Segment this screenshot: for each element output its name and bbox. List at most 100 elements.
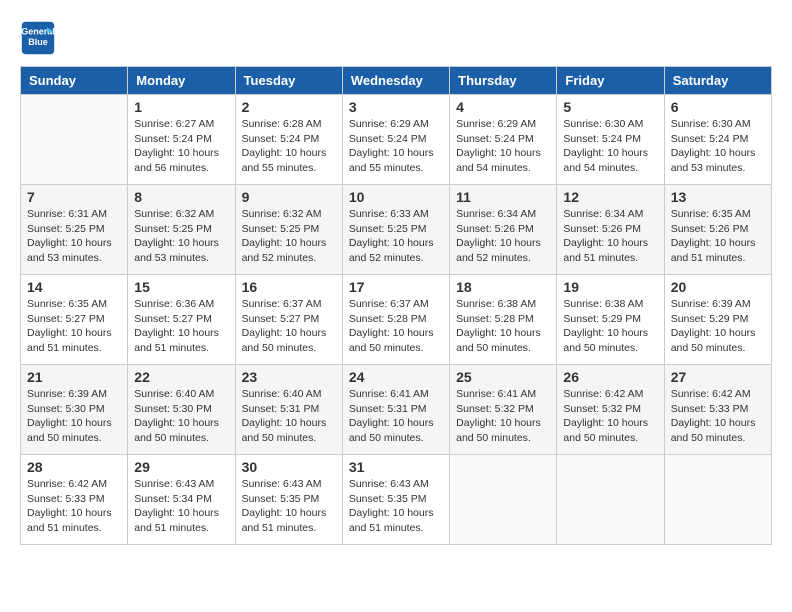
calendar-cell: 11 Sunrise: 6:34 AM Sunset: 5:26 PM Dayli…	[450, 185, 557, 275]
day-info: Sunrise: 6:39 AM Sunset: 5:30 PM Dayligh…	[27, 387, 121, 446]
day-number: 9	[242, 189, 336, 205]
day-info: Sunrise: 6:41 AM Sunset: 5:32 PM Dayligh…	[456, 387, 550, 446]
calendar-cell: 6 Sunrise: 6:30 AM Sunset: 5:24 PM Daylig…	[664, 95, 771, 185]
calendar-cell: 4 Sunrise: 6:29 AM Sunset: 5:24 PM Daylig…	[450, 95, 557, 185]
day-number: 13	[671, 189, 765, 205]
day-number: 27	[671, 369, 765, 385]
day-number: 25	[456, 369, 550, 385]
calendar-week-row: 21 Sunrise: 6:39 AM Sunset: 5:30 PM Dayli…	[21, 365, 772, 455]
calendar-cell: 16 Sunrise: 6:37 AM Sunset: 5:27 PM Dayli…	[235, 275, 342, 365]
day-number: 2	[242, 99, 336, 115]
day-info: Sunrise: 6:31 AM Sunset: 5:25 PM Dayligh…	[27, 207, 121, 266]
day-number: 19	[563, 279, 657, 295]
calendar-cell: 19 Sunrise: 6:38 AM Sunset: 5:29 PM Dayli…	[557, 275, 664, 365]
day-header-saturday: Saturday	[664, 67, 771, 95]
page-header: General Blue	[20, 20, 772, 56]
day-number: 21	[27, 369, 121, 385]
day-number: 17	[349, 279, 443, 295]
calendar-cell: 15 Sunrise: 6:36 AM Sunset: 5:27 PM Dayli…	[128, 275, 235, 365]
calendar-cell: 21 Sunrise: 6:39 AM Sunset: 5:30 PM Dayli…	[21, 365, 128, 455]
calendar-week-row: 1Sunrise: 6:27 AM Sunset: 5:24 PM Daylig…	[21, 95, 772, 185]
day-info: Sunrise: 6:36 AM Sunset: 5:27 PM Dayligh…	[134, 297, 228, 356]
day-number: 30	[242, 459, 336, 475]
day-info: Sunrise: 6:32 AM Sunset: 5:25 PM Dayligh…	[242, 207, 336, 266]
day-info: Sunrise: 6:43 AM Sunset: 5:35 PM Dayligh…	[242, 477, 336, 536]
day-number: 20	[671, 279, 765, 295]
day-info: Sunrise: 6:43 AM Sunset: 5:34 PM Dayligh…	[134, 477, 228, 536]
day-number: 24	[349, 369, 443, 385]
day-number: 14	[27, 279, 121, 295]
day-number: 11	[456, 189, 550, 205]
day-number: 1	[134, 99, 228, 115]
calendar-table: SundayMondayTuesdayWednesdayThursdayFrid…	[20, 66, 772, 545]
day-number: 3	[349, 99, 443, 115]
day-number: 15	[134, 279, 228, 295]
calendar-cell: 5Sunrise: 6:30 AM Sunset: 5:24 PM Daylig…	[557, 95, 664, 185]
calendar-cell	[450, 455, 557, 545]
calendar-cell: 2 Sunrise: 6:28 AM Sunset: 5:24 PM Daylig…	[235, 95, 342, 185]
day-info: Sunrise: 6:42 AM Sunset: 5:33 PM Dayligh…	[671, 387, 765, 446]
day-info: Sunrise: 6:29 AM Sunset: 5:24 PM Dayligh…	[349, 117, 443, 176]
day-header-monday: Monday	[128, 67, 235, 95]
day-number: 16	[242, 279, 336, 295]
day-number: 8	[134, 189, 228, 205]
day-info: Sunrise: 6:38 AM Sunset: 5:29 PM Dayligh…	[563, 297, 657, 356]
day-header-thursday: Thursday	[450, 67, 557, 95]
calendar-cell: 9 Sunrise: 6:32 AM Sunset: 5:25 PM Daylig…	[235, 185, 342, 275]
day-info: Sunrise: 6:33 AM Sunset: 5:25 PM Dayligh…	[349, 207, 443, 266]
day-number: 12	[563, 189, 657, 205]
svg-text:Blue: Blue	[28, 37, 48, 47]
day-number: 29	[134, 459, 228, 475]
day-info: Sunrise: 6:40 AM Sunset: 5:30 PM Dayligh…	[134, 387, 228, 446]
day-number: 26	[563, 369, 657, 385]
day-number: 22	[134, 369, 228, 385]
calendar-cell: 8Sunrise: 6:32 AM Sunset: 5:25 PM Daylig…	[128, 185, 235, 275]
calendar-cell: 13Sunrise: 6:35 AM Sunset: 5:26 PM Dayli…	[664, 185, 771, 275]
day-number: 28	[27, 459, 121, 475]
calendar-cell: 27 Sunrise: 6:42 AM Sunset: 5:33 PM Dayli…	[664, 365, 771, 455]
day-info: Sunrise: 6:42 AM Sunset: 5:33 PM Dayligh…	[27, 477, 121, 536]
calendar-cell	[21, 95, 128, 185]
day-info: Sunrise: 6:30 AM Sunset: 5:24 PM Dayligh…	[671, 117, 765, 176]
calendar-cell: 22 Sunrise: 6:40 AM Sunset: 5:30 PM Dayli…	[128, 365, 235, 455]
calendar-cell: 1Sunrise: 6:27 AM Sunset: 5:24 PM Daylig…	[128, 95, 235, 185]
day-info: Sunrise: 6:37 AM Sunset: 5:28 PM Dayligh…	[349, 297, 443, 356]
calendar-cell: 30 Sunrise: 6:43 AM Sunset: 5:35 PM Dayli…	[235, 455, 342, 545]
calendar-week-row: 14 Sunrise: 6:35 AM Sunset: 5:27 PM Dayli…	[21, 275, 772, 365]
day-number: 18	[456, 279, 550, 295]
calendar-cell: 26 Sunrise: 6:42 AM Sunset: 5:32 PM Dayli…	[557, 365, 664, 455]
calendar-cell	[557, 455, 664, 545]
calendar-cell: 10 Sunrise: 6:33 AM Sunset: 5:25 PM Dayli…	[342, 185, 449, 275]
calendar-cell: 25 Sunrise: 6:41 AM Sunset: 5:32 PM Dayli…	[450, 365, 557, 455]
calendar-cell: 24Sunrise: 6:41 AM Sunset: 5:31 PM Dayli…	[342, 365, 449, 455]
day-header-wednesday: Wednesday	[342, 67, 449, 95]
day-info: Sunrise: 6:39 AM Sunset: 5:29 PM Dayligh…	[671, 297, 765, 356]
day-info: Sunrise: 6:42 AM Sunset: 5:32 PM Dayligh…	[563, 387, 657, 446]
calendar-cell: 18 Sunrise: 6:38 AM Sunset: 5:28 PM Dayli…	[450, 275, 557, 365]
day-info: Sunrise: 6:35 AM Sunset: 5:27 PM Dayligh…	[27, 297, 121, 356]
day-number: 4	[456, 99, 550, 115]
day-info: Sunrise: 6:28 AM Sunset: 5:24 PM Dayligh…	[242, 117, 336, 176]
day-number: 23	[242, 369, 336, 385]
day-number: 10	[349, 189, 443, 205]
day-number: 6	[671, 99, 765, 115]
logo: General Blue	[20, 20, 60, 56]
logo-icon: General Blue	[20, 20, 56, 56]
day-info: Sunrise: 6:30 AM Sunset: 5:24 PM Dayligh…	[563, 117, 657, 176]
calendar-cell: 23 Sunrise: 6:40 AM Sunset: 5:31 PM Dayli…	[235, 365, 342, 455]
calendar-cell: 20 Sunrise: 6:39 AM Sunset: 5:29 PM Dayli…	[664, 275, 771, 365]
calendar-cell: 31Sunrise: 6:43 AM Sunset: 5:35 PM Dayli…	[342, 455, 449, 545]
calendar-cell: 12Sunrise: 6:34 AM Sunset: 5:26 PM Dayli…	[557, 185, 664, 275]
day-info: Sunrise: 6:34 AM Sunset: 5:26 PM Dayligh…	[456, 207, 550, 266]
calendar-cell: 28 Sunrise: 6:42 AM Sunset: 5:33 PM Dayli…	[21, 455, 128, 545]
day-info: Sunrise: 6:29 AM Sunset: 5:24 PM Dayligh…	[456, 117, 550, 176]
calendar-week-row: 7Sunrise: 6:31 AM Sunset: 5:25 PM Daylig…	[21, 185, 772, 275]
day-info: Sunrise: 6:38 AM Sunset: 5:28 PM Dayligh…	[456, 297, 550, 356]
calendar-cell: 7Sunrise: 6:31 AM Sunset: 5:25 PM Daylig…	[21, 185, 128, 275]
calendar-cell	[664, 455, 771, 545]
day-info: Sunrise: 6:43 AM Sunset: 5:35 PM Dayligh…	[349, 477, 443, 536]
calendar-cell: 17 Sunrise: 6:37 AM Sunset: 5:28 PM Dayli…	[342, 275, 449, 365]
calendar-cell: 14 Sunrise: 6:35 AM Sunset: 5:27 PM Dayli…	[21, 275, 128, 365]
day-info: Sunrise: 6:37 AM Sunset: 5:27 PM Dayligh…	[242, 297, 336, 356]
day-info: Sunrise: 6:40 AM Sunset: 5:31 PM Dayligh…	[242, 387, 336, 446]
